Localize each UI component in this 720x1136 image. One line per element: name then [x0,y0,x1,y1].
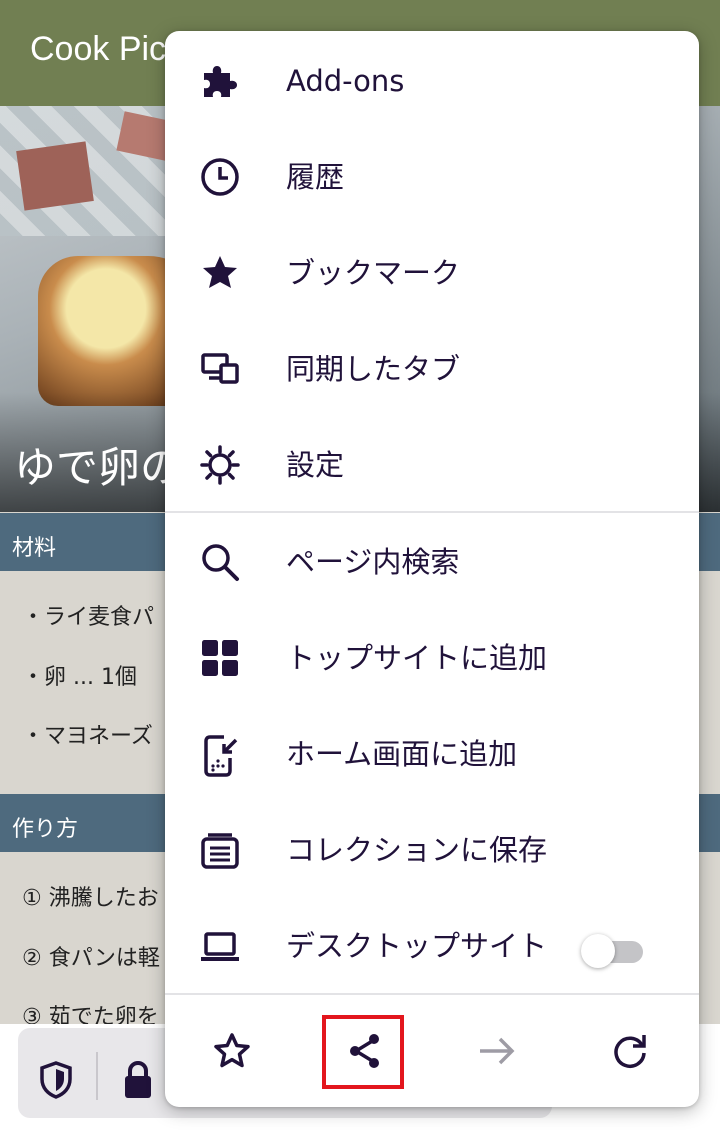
shield-icon[interactable] [38,1060,74,1104]
menu-item-save-to-collection[interactable]: コレクションに保存 [165,802,699,898]
menu-item-label: Add-ons [286,64,405,98]
menu-item-add-to-top-sites[interactable]: トップサイトに追加 [165,610,699,706]
step-item: ② 食パンは軽 [22,946,160,971]
menu-item-synced-tabs[interactable]: 同期したタブ [165,321,699,417]
menu-item-label: デスクトップサイト [286,929,548,963]
puzzle-icon [200,61,240,101]
menu-item-label: トップサイトに追加 [286,641,548,675]
steps-title: 作り方 [12,817,79,842]
app-title: Cook Pic [30,30,167,68]
gear-icon [200,445,240,485]
share-highlight-box [322,1015,404,1089]
menu-item-label: ブックマーク [286,256,461,290]
menu-item-addons[interactable]: Add-ons [165,33,699,129]
reload-button[interactable] [590,1011,670,1091]
menu-item-history[interactable]: 履歴 [165,129,699,225]
clock-icon [200,157,240,197]
menu-item-find-in-page[interactable]: ページ内検索 [165,514,699,610]
menu-item-settings[interactable]: 設定 [165,417,699,513]
arrow-forward-icon [480,1037,515,1065]
ingredient-item: ・マヨネーズ [22,724,153,749]
toolbar-divider [96,1052,98,1100]
menu-divider [165,993,699,995]
menu-item-label: ページ内検索 [286,545,460,579]
menu-item-label: 履歴 [286,160,345,194]
star-filled-icon [200,253,240,293]
menu-divider [165,511,699,513]
lock-icon[interactable] [122,1060,154,1104]
add-to-home-icon [200,734,240,777]
grid-icon [200,638,240,678]
menu-item-desktop-site[interactable]: デスクトップサイト [165,898,699,994]
menu-item-add-to-home-screen[interactable]: ホーム画面に追加 [165,706,699,802]
collection-icon [200,830,240,870]
menu-item-label: ホーム画面に追加 [286,737,518,771]
ingredient-item: ・卵 ... 1個 [22,665,137,690]
recipe-title: ゆで卵の [14,443,183,492]
forward-button[interactable] [457,1011,537,1091]
laptop-icon [200,926,240,966]
search-icon [200,542,240,582]
ingredients-title: 材料 [12,536,57,561]
reload-icon [614,1035,646,1068]
star-outline-icon [214,1033,250,1068]
step-item: ① 沸騰したお [22,886,159,911]
overflow-menu: Add-ons 履歴 ブックマーク 同期したタブ 設定 ページ内検索 トップサイ… [165,31,699,1107]
toggle-thumb [581,934,615,968]
menu-item-label: コレクションに保存 [286,833,548,867]
menu-item-bookmarks[interactable]: ブックマーク [165,225,699,321]
bookmark-button[interactable] [192,1011,272,1091]
tablecloth-patch [16,141,94,211]
ingredient-item: ・ライ麦食パ [22,605,155,630]
desktop-site-toggle[interactable] [581,934,645,968]
menu-item-label: 設定 [286,448,345,482]
menu-item-label: 同期したタブ [286,352,461,386]
synced-devices-icon [200,349,240,389]
